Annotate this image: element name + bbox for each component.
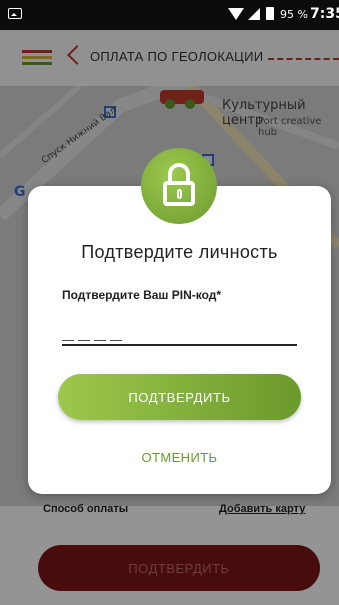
battery-icon: [266, 7, 274, 20]
lock-icon: [163, 181, 195, 206]
battery-percent: 95 %: [280, 8, 308, 21]
app-screen: 95 % 7:35 ОПЛАТА ПО ГЕОЛОКАЦИИ Культурны…: [0, 0, 339, 605]
cancel-button[interactable]: ОТМЕНИТЬ: [28, 450, 331, 465]
pin-label: Подтвердите Ваш PIN-код*: [62, 288, 222, 302]
screenshot-icon: [8, 8, 22, 19]
clock: 7:35: [310, 6, 339, 22]
lock-shackle: [168, 163, 190, 183]
pin-input[interactable]: [62, 314, 297, 346]
lock-badge: [141, 148, 217, 224]
signal-icon: [248, 8, 260, 20]
keyhole-icon: [177, 189, 182, 199]
confirm-button[interactable]: ПОДТВЕРДИТЬ: [58, 374, 301, 420]
pin-dialog: Подтвердите личность Подтвердите Ваш PIN…: [28, 186, 331, 494]
wifi-icon: [228, 8, 244, 20]
dialog-title: Подтвердите личность: [81, 242, 278, 262]
status-bar: 95 % 7:35: [0, 0, 339, 30]
